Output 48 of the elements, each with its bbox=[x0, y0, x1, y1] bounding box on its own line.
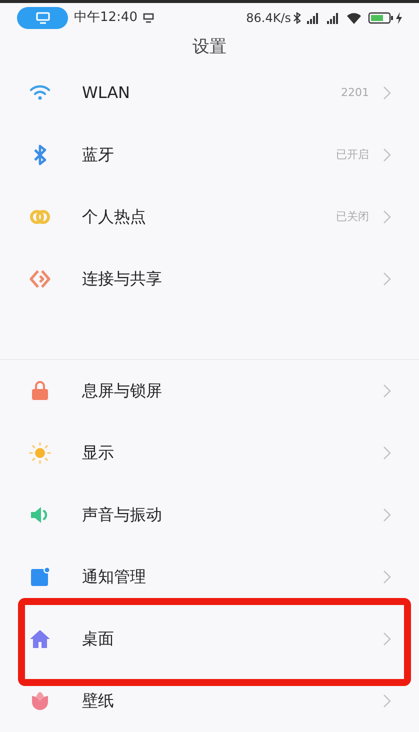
settings-row[interactable]: 通知管理 bbox=[0, 546, 419, 608]
settings-row[interactable]: 显示 bbox=[0, 422, 419, 484]
settings-row[interactable]: 声音与振动 bbox=[0, 484, 419, 546]
row-label: 连接与共享 bbox=[82, 268, 163, 290]
battery-icon bbox=[368, 12, 394, 24]
row-label: 壁纸 bbox=[82, 690, 115, 712]
row-value: 已开启 bbox=[336, 146, 369, 163]
row-label: 声音与振动 bbox=[82, 504, 163, 526]
charging-icon bbox=[396, 12, 402, 24]
row-label: 息屏与锁屏 bbox=[82, 380, 163, 402]
signal-icon bbox=[306, 12, 320, 24]
chevron-icon bbox=[383, 632, 391, 646]
wifi-icon bbox=[346, 12, 362, 24]
network-speed: 86.4K/s bbox=[246, 10, 291, 27]
settings-row[interactable]: 连接与共享 bbox=[0, 248, 419, 310]
page-title: 设置 bbox=[192, 36, 226, 58]
row-value: 2201 bbox=[341, 84, 369, 101]
chevron-icon bbox=[383, 570, 391, 584]
home-icon bbox=[28, 627, 52, 651]
screen-cast-pill[interactable] bbox=[17, 6, 68, 29]
status-time: 中午12:40 bbox=[74, 9, 138, 27]
monitor-icon bbox=[36, 12, 50, 24]
chevron-icon bbox=[383, 694, 391, 708]
row-label: 通知管理 bbox=[82, 566, 147, 588]
bluetooth-icon bbox=[293, 12, 301, 24]
settings-row[interactable]: 个人热点 已关闭 bbox=[0, 186, 419, 248]
row-label: 蓝牙 bbox=[82, 144, 115, 166]
chevron-icon bbox=[383, 446, 391, 460]
monitor-icon bbox=[143, 12, 154, 23]
signal-icon bbox=[326, 12, 340, 24]
row-value: 已关闭 bbox=[336, 208, 369, 225]
row-label: WLAN bbox=[82, 82, 132, 104]
notification-icon bbox=[28, 565, 52, 589]
row-label: 显示 bbox=[82, 442, 115, 464]
chevron-icon bbox=[383, 86, 391, 100]
settings-row[interactable]: 息屏与锁屏 bbox=[0, 360, 419, 422]
settings-row[interactable]: 壁纸 bbox=[0, 670, 419, 732]
chevron-icon bbox=[383, 384, 391, 398]
chevron-icon bbox=[383, 210, 391, 224]
settings-row[interactable]: 桌面 bbox=[0, 608, 419, 670]
sun-icon bbox=[28, 441, 52, 465]
chevron-icon bbox=[383, 272, 391, 286]
row-label: 个人热点 bbox=[82, 206, 147, 228]
settings-row[interactable]: 蓝牙 已开启 bbox=[0, 124, 419, 186]
chevron-icon bbox=[383, 508, 391, 522]
chevron-icon bbox=[383, 148, 391, 162]
settings-row[interactable]: WLAN 2201 bbox=[0, 62, 419, 124]
row-label: 桌面 bbox=[82, 628, 115, 650]
